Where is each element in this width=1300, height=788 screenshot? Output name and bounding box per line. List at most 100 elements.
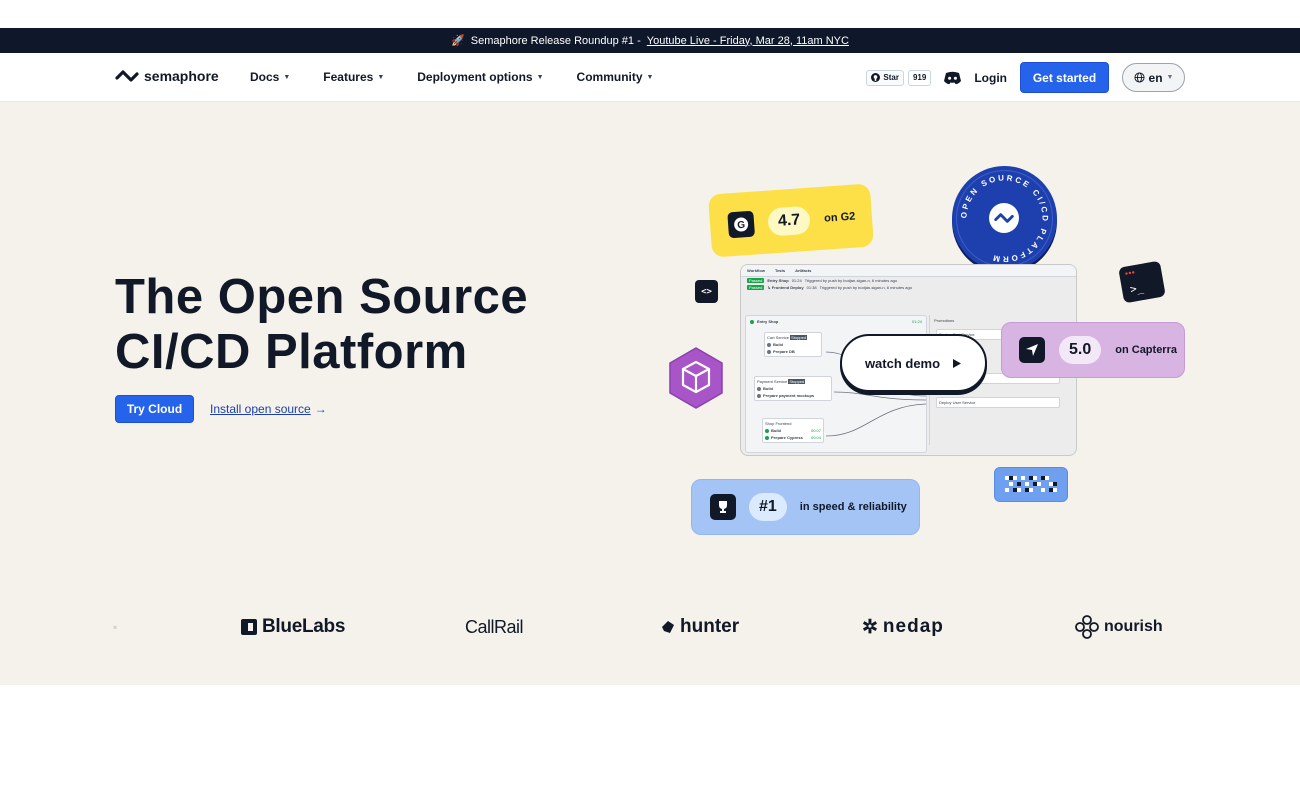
job-name: Prepare Cypress [771,435,803,440]
capterra-rating-card: 5.0 on Capterra [1001,322,1185,378]
watch-demo-label: watch demo [864,355,941,371]
code-brackets-icon: <> [695,280,718,303]
job-name: Prepare DB [773,349,795,354]
tab-workflow: Workflow [747,268,765,273]
block-badge: Stopped [788,379,806,384]
customer-name: nourish [1104,618,1163,635]
nav-item-docs[interactable]: Docs ▼ [250,70,290,84]
cube-icon [669,347,723,409]
pipeline-time: 01:24 [911,319,922,324]
install-open-source-link[interactable]: Install open source → [210,402,327,416]
arrow-right-icon: → [314,402,327,416]
capterra-label: on Capterra [1115,344,1177,356]
semaphore-logo-icon [115,70,139,82]
hero-title: The Open Source CI/CD Platform [115,270,528,380]
nav-item-community[interactable]: Community ▼ [577,70,654,84]
nav-actions: Star 919 Login Get started en ▼ [866,62,1185,93]
try-cloud-button[interactable]: Try Cloud [115,395,194,423]
faded-logo-icon: ▪ [113,620,118,634]
block-cart-service: Cart Service Stopped Build Prepare DB [764,332,822,357]
nav-item-label: Features [323,70,374,84]
promotion-item: Deploy User Service [936,397,1060,408]
trophy-icon [710,494,736,520]
job-name: Build [771,428,781,433]
customer-name: nedap [882,616,944,637]
github-star-label: Star [883,73,899,82]
rank-value: #1 [749,493,787,521]
github-star-button[interactable]: Star [866,69,904,86]
get-started-button[interactable]: Get started [1020,62,1109,93]
semaphore-logo[interactable]: semaphore [115,67,219,85]
customer-name: hunter [680,616,740,637]
customer-logos: ▪ BlueLabs CallRail hunter ✲ nedap nouri… [0,612,1300,642]
job-name: Prepare payment mockups [763,393,815,398]
run-name: Entry Shop [767,278,789,283]
block-title: Payment Service [757,379,788,384]
terminal-icon: ●●● >_ [1118,260,1166,304]
hero-title-line-2: CI/CD Platform [115,325,468,379]
hero-section: The Open Source CI/CD Platform Try Cloud… [0,102,1300,685]
customer-name: BlueLabs [262,616,346,637]
nav-item-label: Community [576,70,643,84]
customer-logo-nedap: ✲ nedap [862,612,944,642]
customer-logo-callrail: CallRail [465,612,524,642]
github-star-count[interactable]: 919 [907,69,932,86]
rocket-icon: 🚀 [451,35,465,47]
customer-logo-hunter: hunter [660,612,739,642]
announcement-link[interactable]: Youtube Live - Friday, Mar 28, 11am NYC [647,35,849,47]
customer-name: CallRail [465,616,524,637]
nav-menu: Docs ▼ Features ▼ Deployment options ▼ C… [250,70,686,84]
block-shop-frontend: Shop Frontend Build 00:07 Prepare Cypress… [762,418,824,443]
capterra-logo-icon [1019,337,1045,363]
language-selector[interactable]: en ▼ [1122,63,1185,92]
svg-text:G: G [737,219,746,231]
chevron-down-icon: ▼ [1166,74,1174,81]
top-nav: semaphore Docs ▼ Features ▼ Deployment o… [0,53,1300,102]
nav-item-features[interactable]: Features ▼ [323,70,384,84]
open-source-stamp: OPEN SOURCE CI/CD PLATFORM [952,166,1057,271]
g2-label: on G2 [823,210,856,225]
page: 🚀 Semaphore Release Roundup #1 - Youtube… [0,0,1300,788]
chevron-down-icon: ▼ [283,73,291,81]
block-payment-service: Payment Service Stopped Build Prepare pa… [754,376,832,401]
watch-demo-button[interactable]: watch demo [840,334,987,392]
customer-logo-bluelabs: BlueLabs [240,612,345,642]
pixel-pattern-badge [994,467,1068,502]
run-note: Triggered by push by bodjan-sigan-n, 6 m… [804,278,898,283]
run-time: 01:38 [806,285,817,290]
discord-icon[interactable] [943,71,962,85]
capterra-rating: 5.0 [1059,336,1102,364]
nav-item-deployment-options[interactable]: Deployment options ▼ [417,70,543,84]
pipeline-name: Entry Shop [757,319,779,324]
language-label: en [1148,70,1163,85]
customer-logo-nourish: nourish [1074,612,1163,642]
job-name: Build [763,386,773,391]
g2-rating-card: G 4.7 on G2 [708,183,874,258]
block-title: Cart Service [767,335,790,340]
nourish-logo-icon [1075,615,1099,639]
announcement-text: Semaphore Release Roundup #1 - [470,34,641,47]
pixel-pattern-icon [1005,475,1057,492]
status-badge: Passed [747,285,765,290]
workflow-tabs: Workflow Tests Artifacts [741,265,1076,277]
github-star-widget[interactable]: Star 919 [866,69,932,86]
g2-logo-icon: G [727,210,755,238]
announcement-bar: 🚀 Semaphore Release Roundup #1 - Youtube… [0,28,1300,53]
g2-rating: 4.7 [767,205,812,237]
play-icon [953,358,962,368]
login-link[interactable]: Login [974,71,1007,85]
chevron-down-icon: ▼ [377,73,385,81]
logo-text: semaphore [144,68,219,84]
hunter-logo-icon [662,621,674,633]
install-open-source-label: Install open source [210,402,311,416]
block-badge: Stopped [790,335,808,340]
job-time: 00:04 [810,435,821,440]
rank-label: in speed & reliability [799,501,907,513]
speed-reliability-card: #1 in speed & reliability [691,479,920,535]
chevron-down-icon: ▼ [646,73,654,81]
semaphore-mark-icon [989,203,1019,233]
run-time: 01:24 [791,278,802,283]
nav-item-label: Deployment options [417,70,533,84]
asterisk-icon: ✲ [862,616,879,638]
hero-title-line-1: The Open Source [115,270,529,324]
